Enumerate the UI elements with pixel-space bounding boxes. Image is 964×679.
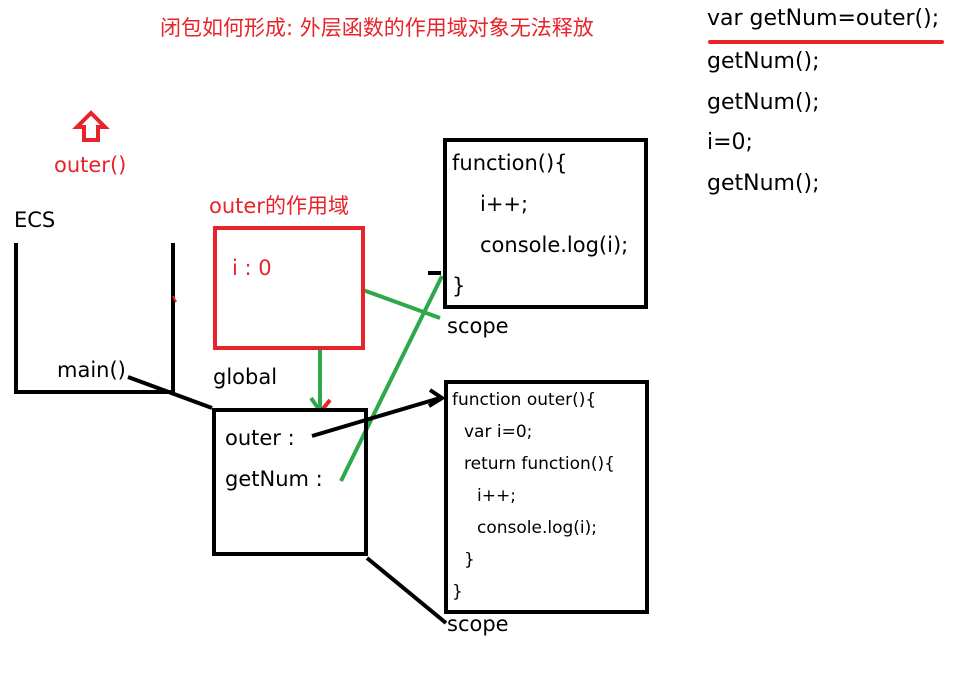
global-label: global xyxy=(213,365,278,389)
code-line-4: i=0; xyxy=(707,130,753,155)
main-frame-label: main() xyxy=(57,358,126,382)
inner-fn-line-4: } xyxy=(452,274,466,298)
outer-scope-label: outer的作用域 xyxy=(209,194,349,218)
page-title: 闭包如何形成: 外层函数的作用域对象无法释放 xyxy=(160,16,594,40)
code-line-1: var getNum=outer(); xyxy=(707,6,940,31)
ecs-label: ECS xyxy=(14,208,56,232)
outer-call-label: outer() xyxy=(54,153,127,177)
inner-fn-scope-label: scope xyxy=(447,314,509,338)
outer-fn-line-1: function outer(){ xyxy=(452,390,597,410)
global-to-scope-line xyxy=(365,556,448,625)
up-arrow-icon xyxy=(72,110,110,142)
outer-fn-line-2: var i=0; xyxy=(464,422,533,442)
outer-fn-scope-label: scope xyxy=(447,612,509,636)
outer-fn-line-5: console.log(i); xyxy=(477,518,597,538)
global-getnum-field: getNum : xyxy=(225,467,323,491)
code-line-3: getNum(); xyxy=(707,90,820,115)
outer-function-box xyxy=(444,380,649,614)
outer-scope-var-i: i : 0 xyxy=(232,256,272,280)
inner-fn-line-2: i++; xyxy=(480,192,529,216)
code-line-2: getNum(); xyxy=(707,49,820,74)
code-line-5: getNum(); xyxy=(707,171,820,196)
outer-fn-line-7: } xyxy=(452,582,463,602)
global-outer-field: outer : xyxy=(225,426,295,450)
inner-fn-line-1: function(){ xyxy=(452,151,568,175)
outer-fn-line-3: return function(){ xyxy=(464,454,615,474)
outer-fn-line-6: } xyxy=(464,550,475,570)
outer-fn-line-4: i++; xyxy=(477,486,516,506)
inner-fn-line-3: console.log(i); xyxy=(480,233,629,257)
outer-scope-box xyxy=(213,226,365,350)
